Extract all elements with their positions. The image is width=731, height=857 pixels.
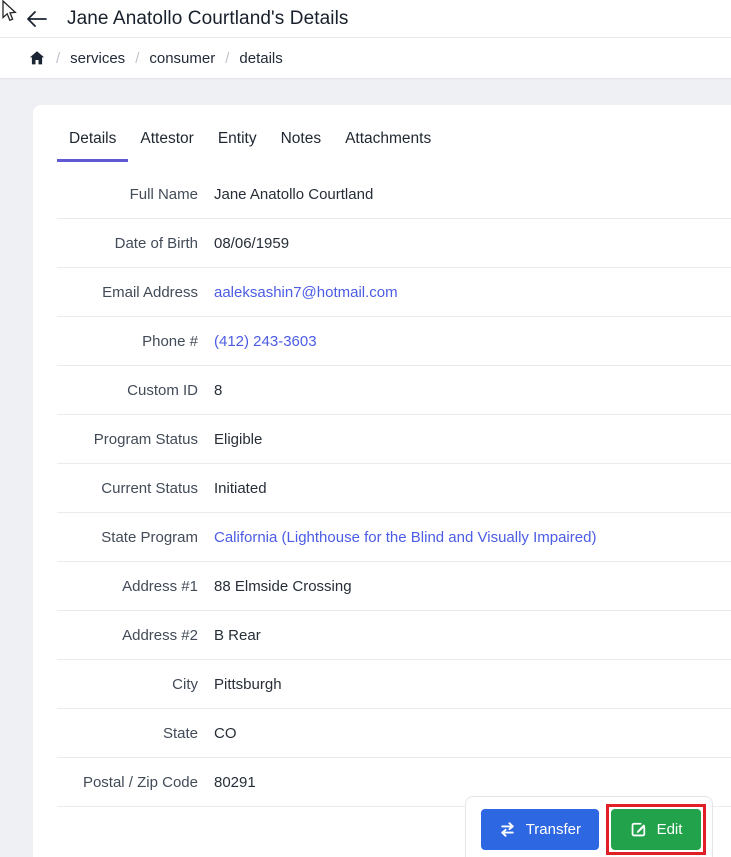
detail-value: Pittsburgh	[214, 675, 282, 693]
detail-value: Jane Anatollo Courtland	[214, 185, 374, 203]
transfer-button-label: Transfer	[525, 821, 581, 838]
detail-label: Address #1	[122, 577, 198, 595]
detail-label: City	[172, 675, 198, 693]
detail-row: Phone # (412) 243-3603	[57, 317, 731, 366]
detail-value-link[interactable]: aaleksashin7@hotmail.com	[214, 284, 398, 301]
breadcrumb-item-consumer[interactable]: consumer	[149, 50, 215, 67]
breadcrumb-separator: /	[56, 49, 61, 67]
detail-label: Date of Birth	[114, 234, 198, 252]
detail-value-link[interactable]: (412) 243-3603	[214, 333, 317, 350]
detail-label: Postal / Zip Code	[82, 773, 198, 791]
arrow-left-icon	[26, 10, 47, 27]
page-title: Jane Anatollo Courtland's Details	[67, 7, 349, 29]
edit-button[interactable]: Edit	[611, 809, 701, 850]
detail-value: 08/06/1959	[214, 234, 290, 252]
detail-row: Date of Birth 08/06/1959	[57, 219, 731, 268]
home-icon[interactable]	[28, 49, 46, 67]
edit-button-label: Edit	[656, 821, 683, 838]
detail-value-link[interactable]: California (Lighthouse for the Blind and…	[214, 529, 596, 546]
breadcrumb-item-services[interactable]: services	[70, 50, 125, 67]
detail-value: 80291	[214, 773, 256, 791]
header-bar: Jane Anatollo Courtland's Details	[0, 0, 731, 38]
detail-value: 8	[214, 381, 223, 399]
detail-row: Custom ID 8	[57, 366, 731, 415]
breadcrumb-separator: /	[225, 49, 230, 67]
detail-row: Address #1 88 Elmside Crossing	[57, 562, 731, 611]
details-table: Full Name Jane Anatollo Courtland Date of …	[57, 170, 731, 807]
detail-value: 88 Elmside Crossing	[214, 577, 352, 595]
tab-attachments[interactable]: Attachments	[333, 120, 443, 162]
detail-label: Current Status	[101, 479, 198, 497]
detail-row: Email Address aaleksashin7@hotmail.com	[57, 268, 731, 317]
detail-label: State	[162, 724, 198, 742]
detail-label: State Program	[101, 528, 198, 546]
tab-attestor[interactable]: Attestor	[128, 120, 205, 162]
detail-label: Address #2	[122, 626, 198, 644]
detail-row: Address #2 B Rear	[57, 611, 731, 660]
breadcrumb-separator: /	[135, 49, 140, 67]
tab-notes[interactable]: Notes	[269, 120, 334, 162]
tab-entity[interactable]: Entity	[206, 120, 269, 162]
detail-row: State CO	[57, 709, 731, 758]
details-card: Details Attestor Entity Notes Attachments Fu…	[33, 105, 731, 857]
detail-row: City Pittsburgh	[57, 660, 731, 709]
detail-value: CO	[214, 724, 237, 742]
pen-square-icon	[631, 822, 645, 837]
detail-label: Email Address	[102, 283, 198, 301]
detail-row: State Program California (Lighthouse for …	[57, 513, 731, 562]
detail-value: Eligible	[214, 430, 263, 448]
detail-row: Current Status Initiated	[57, 464, 731, 513]
detail-row: Program Status Eligible	[57, 415, 731, 464]
tab-details[interactable]: Details	[57, 120, 129, 162]
detail-value: B Rear	[214, 626, 261, 644]
action-bar: Transfer Edit	[465, 796, 713, 857]
transfer-button[interactable]: Transfer	[480, 809, 599, 850]
detail-label: Full Name	[129, 185, 198, 203]
edit-highlight-outline: Edit	[606, 804, 706, 855]
detail-row: Full Name Jane Anatollo Courtland	[57, 170, 731, 219]
breadcrumb-item-details[interactable]: details	[239, 50, 282, 67]
detail-label: Custom ID	[127, 381, 198, 399]
breadcrumb: / services / consumer / details	[0, 38, 731, 79]
detail-value: Initiated	[214, 479, 267, 497]
back-button[interactable]	[25, 8, 47, 30]
tab-bar: Details Attestor Entity Notes Attachments	[33, 105, 731, 162]
swap-arrows-icon	[500, 822, 514, 837]
detail-label: Program Status	[93, 430, 198, 448]
detail-label: Phone #	[142, 332, 198, 350]
